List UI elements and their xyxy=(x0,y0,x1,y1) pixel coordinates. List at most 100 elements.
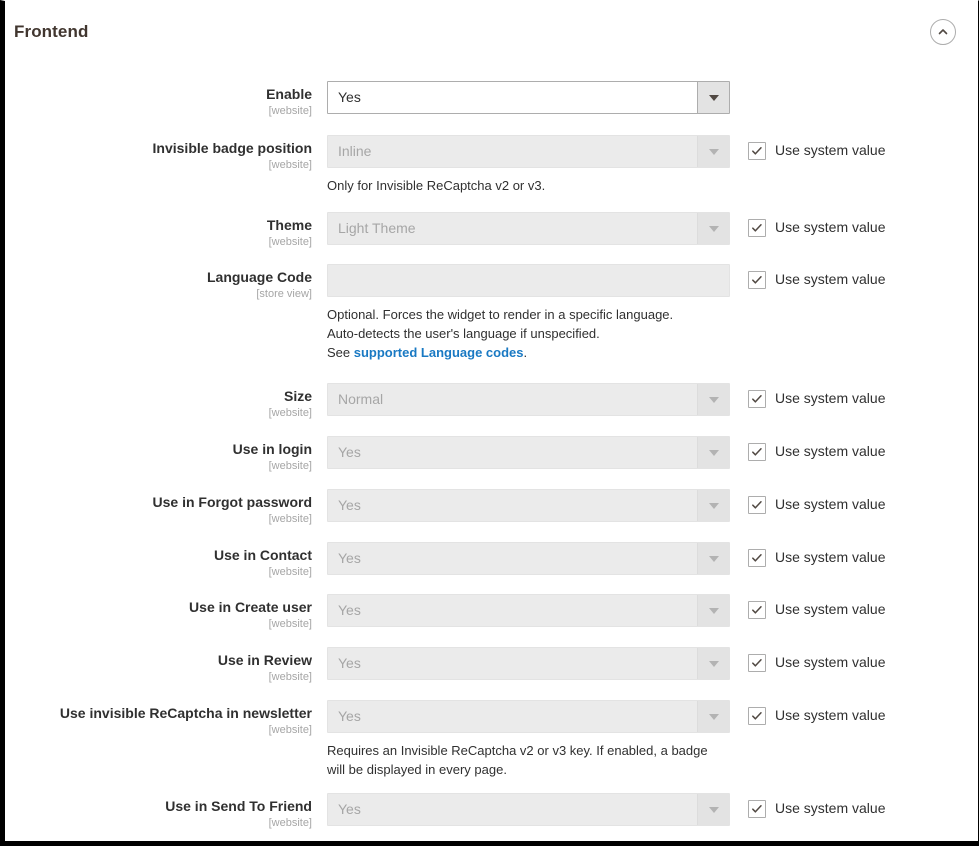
input-language-code xyxy=(327,264,730,297)
use-system-value-group: Use system value xyxy=(730,700,885,725)
chevron-down-icon xyxy=(697,213,729,244)
field-scope-text: [website] xyxy=(268,566,312,578)
field-row: Enable [website] Yes xyxy=(14,81,974,119)
chevron-down-icon xyxy=(697,543,729,574)
chevron-up-icon[interactable] xyxy=(930,19,956,45)
field-control: Optional. Forces the widget to render in… xyxy=(327,264,730,362)
use-system-value-group: Use system value xyxy=(730,436,885,461)
field-scope-text: [store view] xyxy=(256,288,312,300)
use-system-value-label[interactable]: Use system value xyxy=(775,389,885,407)
field-scope-text: [website] xyxy=(268,618,312,630)
select-use-in-contact: Yes xyxy=(327,542,730,575)
field-control: Light Theme xyxy=(327,212,730,245)
field-row: Theme [website] Light Theme Use system valu… xyxy=(14,212,974,250)
select-value: Yes xyxy=(338,497,361,513)
chevron-down-icon[interactable] xyxy=(697,82,729,113)
field-row: Use in login [website] Yes Use system value xyxy=(14,436,974,474)
field-control: Yes xyxy=(327,489,730,522)
field-label: Invisible badge position [website] xyxy=(14,135,327,173)
chevron-down-icon xyxy=(697,384,729,415)
field-label: Use in Contact [website] xyxy=(14,542,327,580)
use-system-value-checkbox[interactable] xyxy=(748,142,766,160)
field-note: Optional. Forces the widget to render in… xyxy=(327,305,727,362)
field-label-text: Theme xyxy=(266,217,312,233)
chevron-down-icon xyxy=(697,648,729,679)
field-label-text: Use in Create user xyxy=(189,599,312,615)
use-system-value-label[interactable]: Use system value xyxy=(775,548,885,566)
field-label-text: Language Code xyxy=(206,269,312,285)
select-value: Yes xyxy=(338,550,361,566)
use-system-value-label[interactable]: Use system value xyxy=(775,600,885,618)
use-system-value-label[interactable]: Use system value xyxy=(775,218,885,236)
field-row: Use in Send To Friend [website] Yes Use sys… xyxy=(14,793,974,831)
use-system-value-label[interactable]: Use system value xyxy=(775,653,885,671)
section-header[interactable]: Frontend xyxy=(5,1,978,63)
use-system-value-checkbox[interactable] xyxy=(748,601,766,619)
field-label: Size [website] xyxy=(14,383,327,421)
use-system-value-checkbox[interactable] xyxy=(748,496,766,514)
chevron-down-icon xyxy=(697,595,729,626)
use-system-value-label[interactable]: Use system value xyxy=(775,442,885,460)
use-system-value-label[interactable]: Use system value xyxy=(775,270,885,288)
use-system-value-checkbox[interactable] xyxy=(748,800,766,818)
select-enable[interactable]: Yes xyxy=(327,81,730,114)
field-label: Use in login [website] xyxy=(14,436,327,474)
use-system-value-group: Use system value xyxy=(730,594,885,619)
select-invisible-badge-position: Inline xyxy=(327,135,730,168)
select-value: Yes xyxy=(338,602,361,618)
select-value: Yes xyxy=(338,89,361,105)
select-value: Yes xyxy=(338,655,361,671)
field-control: Yes xyxy=(327,594,730,627)
use-system-value-checkbox[interactable] xyxy=(748,443,766,461)
field-row: Invisible badge position [website] Inline O… xyxy=(14,135,974,195)
field-label-text: Use in login xyxy=(232,441,312,457)
field-label: Use in Forgot password [website] xyxy=(14,489,327,527)
select-value: Yes xyxy=(338,708,361,724)
field-scope-text: [website] xyxy=(268,460,312,472)
field-scope-text: [website] xyxy=(268,236,312,248)
field-note: Only for Invisible ReCaptcha v2 or v3. xyxy=(327,178,546,193)
field-scope-text: [website] xyxy=(268,671,312,683)
use-system-value-group: Use system value xyxy=(730,647,885,672)
use-system-value-checkbox[interactable] xyxy=(748,707,766,725)
field-row: Size [website] Normal Use system value xyxy=(14,383,974,421)
field-label-text: Use in Contact xyxy=(213,547,312,563)
field-label: Use invisible ReCaptcha in newsletter [we… xyxy=(14,700,327,738)
chevron-down-icon xyxy=(697,437,729,468)
field-label-text: Use in Forgot password xyxy=(152,494,312,510)
select-use-in-review: Yes xyxy=(327,647,730,680)
field-label: Language Code [store view] xyxy=(14,264,327,302)
field-row: Use in Forgot password [website] Yes Use sy… xyxy=(14,489,974,527)
supported-language-codes-link[interactable]: supported Language codes xyxy=(354,345,524,360)
select-use-in-forgot-password: Yes xyxy=(327,489,730,522)
use-system-value-group: Use system value xyxy=(730,793,885,818)
use-system-value-checkbox[interactable] xyxy=(748,271,766,289)
field-control: Yes xyxy=(327,436,730,469)
field-scope-text: [website] xyxy=(268,724,312,736)
use-system-value-label[interactable]: Use system value xyxy=(775,706,885,724)
use-system-value-label[interactable]: Use system value xyxy=(775,799,885,817)
use-system-value-label[interactable]: Use system value xyxy=(775,141,885,159)
chevron-down-icon xyxy=(697,490,729,521)
select-size: Normal xyxy=(327,383,730,416)
use-system-value-checkbox[interactable] xyxy=(748,219,766,237)
field-label-text: Use in Review xyxy=(217,652,312,668)
use-system-value-checkbox[interactable] xyxy=(748,654,766,672)
select-use-in-login: Yes xyxy=(327,436,730,469)
chevron-down-icon xyxy=(697,794,729,825)
field-row: Use invisible ReCaptcha in newsletter [we… xyxy=(14,700,974,779)
select-use-invisible-recaptcha-in-newsletter: Yes xyxy=(327,700,730,733)
use-system-value-checkbox[interactable] xyxy=(748,390,766,408)
use-system-value-label[interactable]: Use system value xyxy=(775,495,885,513)
use-system-value-group: Use system value xyxy=(730,383,885,408)
use-system-value-group: Use system value xyxy=(730,489,885,514)
field-scope-text: [website] xyxy=(268,513,312,525)
note-line-1: Optional. Forces the widget to render in… xyxy=(327,307,674,322)
select-value: Normal xyxy=(338,391,384,407)
field-scope-text: [website] xyxy=(268,407,312,419)
select-value: Light Theme xyxy=(338,220,416,236)
select-use-in-create-user: Yes xyxy=(327,594,730,627)
chevron-down-icon xyxy=(697,136,729,167)
use-system-value-checkbox[interactable] xyxy=(748,549,766,567)
field-label: Use in Send To Friend [website] xyxy=(14,793,327,831)
